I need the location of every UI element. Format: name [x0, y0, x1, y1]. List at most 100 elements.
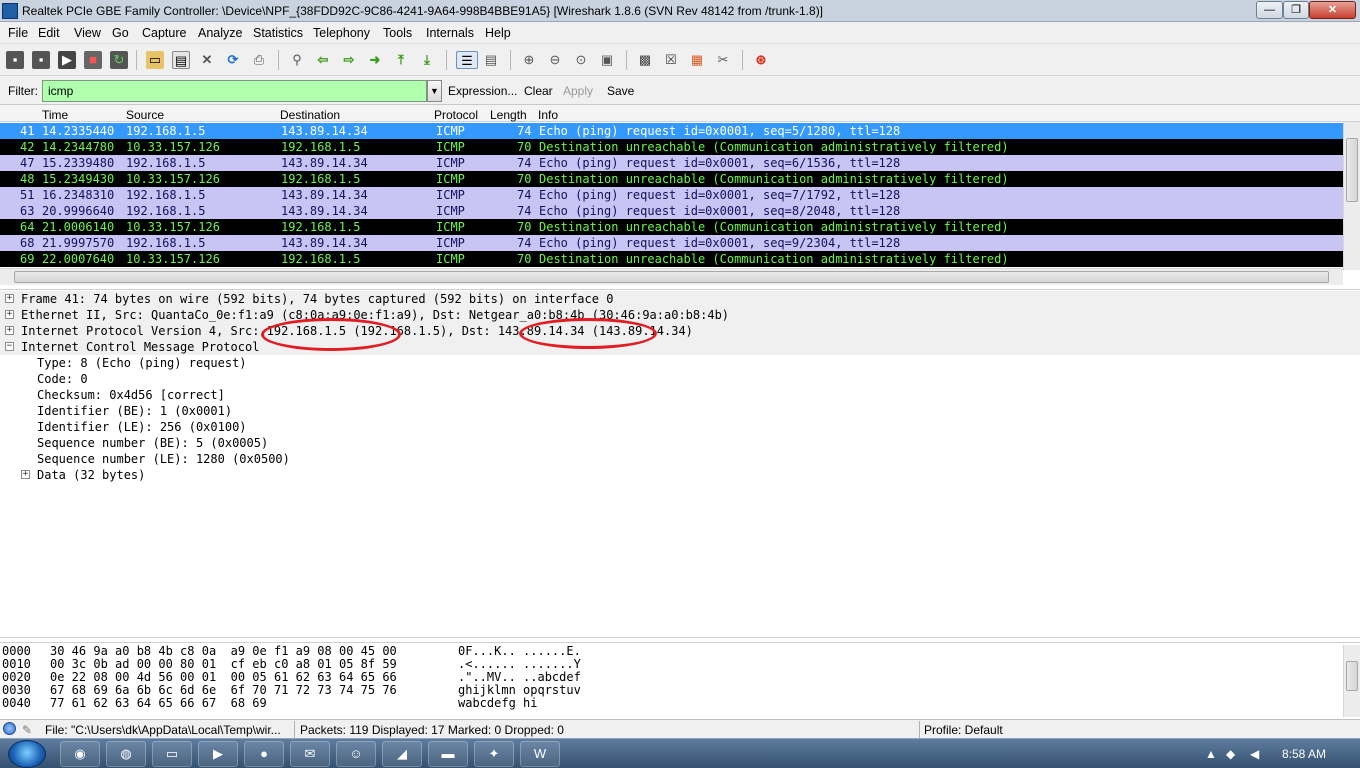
- packet-list-hscrollbar[interactable]: [0, 268, 1343, 285]
- firefox-icon[interactable]: ◍: [106, 741, 146, 767]
- expand-icon[interactable]: +: [5, 310, 14, 319]
- last-packet-icon[interactable]: ⤓: [418, 51, 436, 69]
- column-source[interactable]: Source: [126, 108, 164, 122]
- help-icon[interactable]: ⊛: [752, 51, 770, 69]
- detail-row[interactable]: + Ethernet II, Src: QuantaCo_0e:f1:a9 (c8…: [0, 307, 1360, 323]
- menu-statistics[interactable]: Statistics: [253, 26, 303, 40]
- expression-button[interactable]: Expression...: [448, 84, 517, 98]
- go-to-packet-icon[interactable]: ➜: [366, 51, 384, 69]
- detail-row[interactable]: Sequence number (BE): 5 (0x0005): [0, 435, 1360, 451]
- detail-row[interactable]: Code: 0: [0, 371, 1360, 387]
- save-filter-button[interactable]: Save: [607, 84, 634, 98]
- expand-icon[interactable]: +: [5, 294, 14, 303]
- column-protocol[interactable]: Protocol: [434, 108, 478, 122]
- menu-analyze[interactable]: Analyze: [198, 26, 242, 40]
- detail-row[interactable]: + Data (32 bytes): [0, 467, 1360, 483]
- detail-row[interactable]: − Internet Control Message Protocol: [0, 339, 1360, 355]
- packet-row[interactable]: 63 20.9996640 192.168.1.5 143.89.14.34 ICMP 7…: [0, 203, 1343, 219]
- expert-info-icon[interactable]: [3, 722, 16, 735]
- menu-view[interactable]: View: [74, 26, 101, 40]
- menu-go[interactable]: Go: [112, 26, 129, 40]
- packet-list-vscrollbar[interactable]: [1343, 122, 1360, 270]
- chrome-icon[interactable]: ◉: [60, 741, 100, 767]
- column-time[interactable]: Time: [42, 108, 68, 122]
- column-length[interactable]: Length: [490, 108, 527, 122]
- packet-row[interactable]: 41 14.2335440 192.168.1.5 143.89.14.34 ICMP 7…: [0, 123, 1343, 139]
- apply-button[interactable]: Apply: [563, 84, 593, 98]
- detail-row[interactable]: Checksum: 0x4d56 [correct]: [0, 387, 1360, 403]
- menu-help[interactable]: Help: [485, 26, 511, 40]
- print-icon[interactable]: ⎙: [250, 51, 268, 69]
- packet-row[interactable]: 68 21.9997570 192.168.1.5 143.89.14.34 ICMP 7…: [0, 235, 1343, 251]
- acrobat-icon[interactable]: ✦: [474, 741, 514, 767]
- reload-icon[interactable]: ⟳: [224, 51, 242, 69]
- detail-row[interactable]: Type: 8 (Echo (ping) request): [0, 355, 1360, 371]
- scroll-thumb[interactable]: [1346, 138, 1358, 202]
- start-capture-icon[interactable]: ▶: [58, 51, 76, 69]
- detail-row[interactable]: + Frame 41: 74 bytes on wire (592 bits), …: [0, 291, 1360, 307]
- preferences-icon[interactable]: ✂: [714, 51, 732, 69]
- volume-icon[interactable]: ◀: [1250, 747, 1259, 761]
- start-button[interactable]: [8, 740, 46, 768]
- options-icon[interactable]: ▪: [32, 51, 50, 69]
- close-file-icon[interactable]: ✕: [198, 51, 216, 69]
- display-filter-input[interactable]: [42, 80, 427, 102]
- detail-row[interactable]: Identifier (LE): 256 (0x0100): [0, 419, 1360, 435]
- collapse-icon[interactable]: −: [5, 342, 14, 351]
- status-profile[interactable]: Profile: Default: [924, 723, 1003, 737]
- column-info[interactable]: Info: [538, 108, 558, 122]
- menu-file[interactable]: File: [8, 26, 28, 40]
- zoom-in-icon[interactable]: ⊕: [520, 51, 538, 69]
- detail-row[interactable]: + Internet Protocol Version 4, Src: 192.1…: [0, 323, 1360, 339]
- packet-row[interactable]: 51 16.2348310 192.168.1.5 143.89.14.34 ICMP 7…: [0, 187, 1343, 203]
- menu-telephony[interactable]: Telephony: [313, 26, 370, 40]
- dropbox-icon[interactable]: ◆: [1226, 747, 1235, 761]
- wireshark-icon[interactable]: ◢: [382, 741, 422, 767]
- hex-vscrollbar[interactable]: [1343, 645, 1360, 717]
- zoom-normal-icon[interactable]: ⊙: [572, 51, 590, 69]
- menu-edit[interactable]: Edit: [38, 26, 60, 40]
- column-destination[interactable]: Destination: [280, 108, 340, 122]
- packet-row[interactable]: 64 21.0006140 10.33.157.126 192.168.1.5 ICMP…: [0, 219, 1343, 235]
- resize-columns-icon[interactable]: ▣: [598, 51, 616, 69]
- expand-icon[interactable]: +: [21, 470, 30, 479]
- menu-internals[interactable]: Internals: [426, 26, 474, 40]
- first-packet-icon[interactable]: ⤒: [392, 51, 410, 69]
- github-icon[interactable]: ●: [244, 741, 284, 767]
- cmd-icon[interactable]: ▬: [428, 741, 468, 767]
- menu-capture[interactable]: Capture: [142, 26, 186, 40]
- open-file-icon[interactable]: ▭: [146, 51, 164, 69]
- packet-row[interactable]: 42 14.2344780 10.33.157.126 192.168.1.5 ICMP…: [0, 139, 1343, 155]
- interfaces-icon[interactable]: ▪: [6, 51, 24, 69]
- display-filters-icon[interactable]: ☒: [662, 51, 680, 69]
- media-player-icon[interactable]: ▶: [198, 741, 238, 767]
- forward-icon[interactable]: ⇨: [340, 51, 358, 69]
- taskbar-clock[interactable]: 8:58 AM: [1282, 747, 1326, 761]
- close-button[interactable]: ✕: [1309, 1, 1356, 19]
- messenger-icon[interactable]: ☺: [336, 741, 376, 767]
- scroll-thumb[interactable]: [1346, 661, 1358, 691]
- outlook-icon[interactable]: ✉: [290, 741, 330, 767]
- expand-icon[interactable]: +: [5, 326, 14, 335]
- show-hidden-icons-icon[interactable]: ▲: [1205, 747, 1217, 761]
- stop-capture-icon[interactable]: ■: [84, 51, 102, 69]
- filter-dropdown-icon[interactable]: ▼: [427, 80, 442, 102]
- clear-button[interactable]: Clear: [524, 84, 553, 98]
- minimize-button[interactable]: —: [1256, 1, 1283, 19]
- scroll-thumb[interactable]: [14, 271, 1329, 283]
- back-icon[interactable]: ⇦: [314, 51, 332, 69]
- packet-row[interactable]: 48 15.2349430 10.33.157.126 192.168.1.5 ICMP…: [0, 171, 1343, 187]
- packet-row[interactable]: 69 22.0007640 10.33.157.126 192.168.1.5 ICMP…: [0, 251, 1343, 267]
- packet-row[interactable]: 47 15.2339480 192.168.1.5 143.89.14.34 ICMP 7…: [0, 155, 1343, 171]
- detail-row[interactable]: Sequence number (LE): 1280 (0x0500): [0, 451, 1360, 467]
- capture-filters-icon[interactable]: ▩: [636, 51, 654, 69]
- restart-capture-icon[interactable]: ↻: [110, 51, 128, 69]
- edit-comment-icon[interactable]: ✎: [22, 723, 32, 737]
- coloring-rules-icon[interactable]: ▦: [688, 51, 706, 69]
- menu-tools[interactable]: Tools: [383, 26, 412, 40]
- maximize-button[interactable]: ❐: [1283, 1, 1309, 19]
- find-icon[interactable]: ⚲: [288, 51, 306, 69]
- word-icon[interactable]: W: [520, 741, 560, 767]
- detail-row[interactable]: Identifier (BE): 1 (0x0001): [0, 403, 1360, 419]
- autoscroll-icon[interactable]: ▤: [482, 51, 500, 69]
